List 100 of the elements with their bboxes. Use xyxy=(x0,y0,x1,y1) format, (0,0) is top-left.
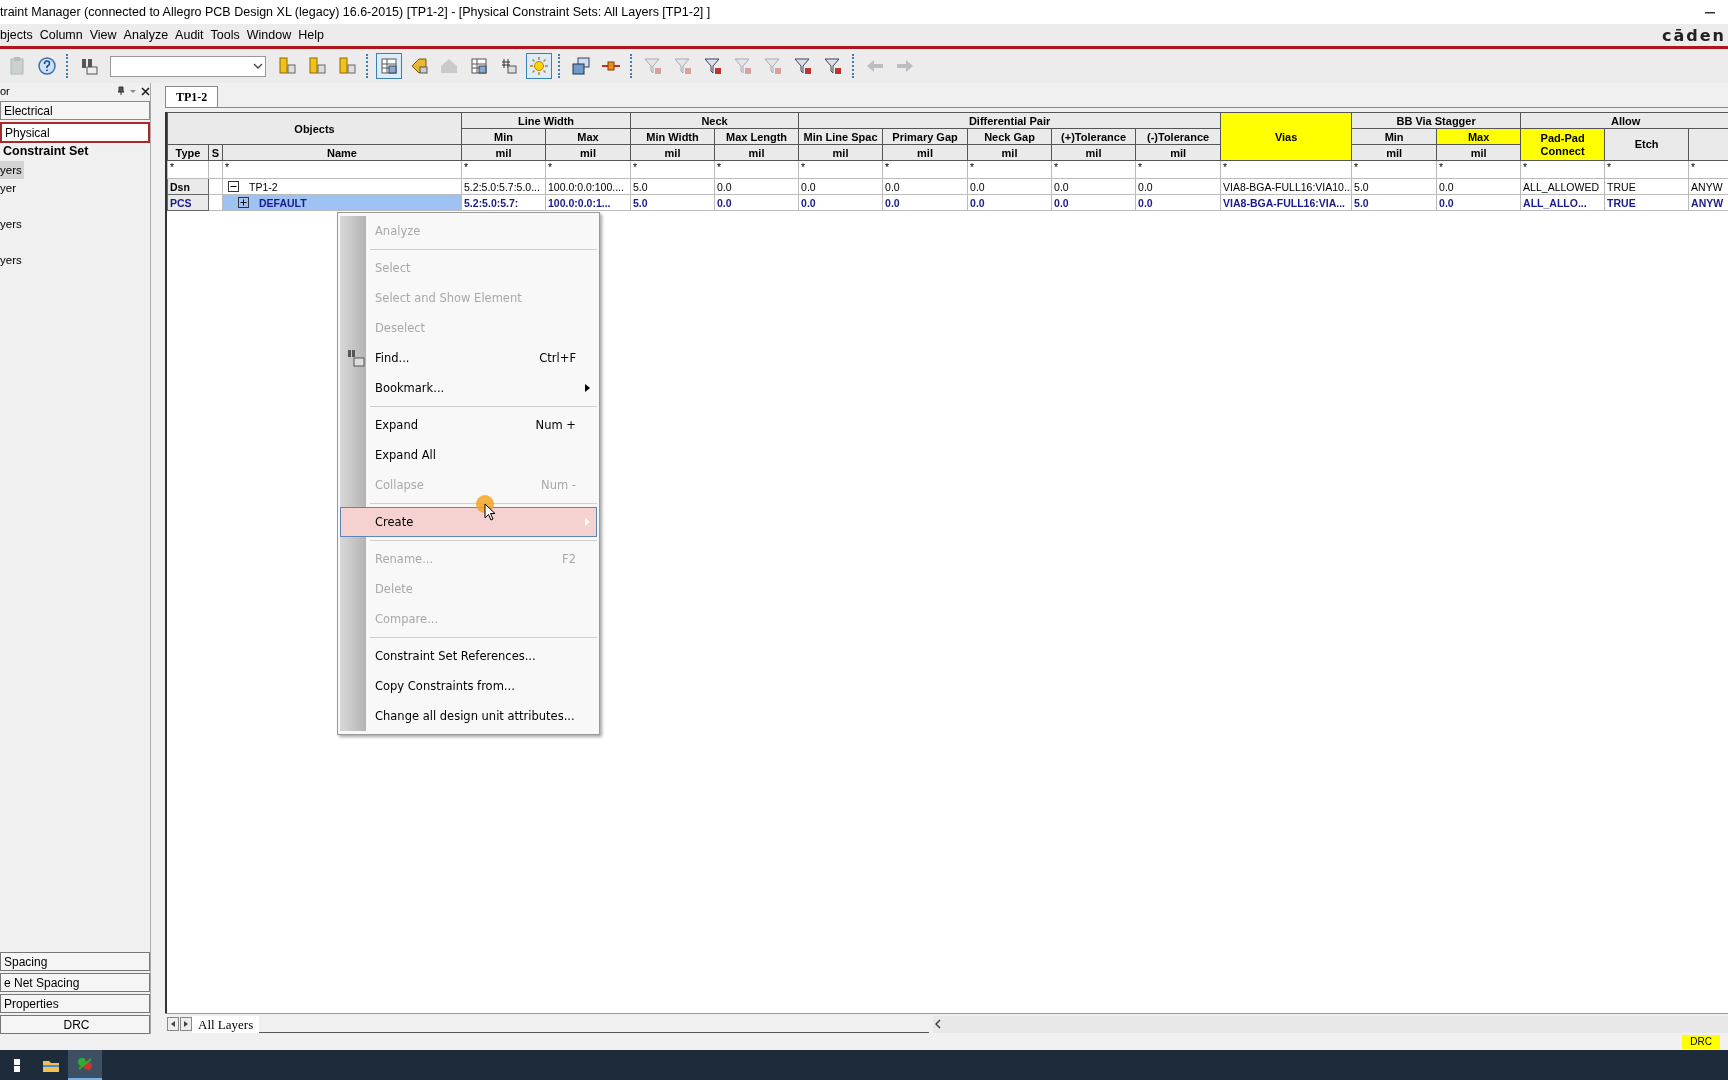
logo: cāden xyxy=(1662,25,1726,45)
section-button[interactable]: e Net Spacing xyxy=(0,973,150,992)
menu-item[interactable]: Find... Ctrl+F xyxy=(340,343,597,373)
filter-cell[interactable]: * xyxy=(1520,160,1605,179)
filter-icon xyxy=(823,56,843,76)
menu-item[interactable]: Expand All xyxy=(340,440,597,470)
table-cell: TRUE xyxy=(1604,194,1689,211)
group-header: BB Via Stagger xyxy=(1351,112,1521,129)
menu-item[interactable]: Analyze xyxy=(123,28,174,42)
menu-item[interactable]: Window xyxy=(246,28,297,42)
caret-icon[interactable] xyxy=(129,87,137,95)
tree-item[interactable]: yer xyxy=(0,179,18,197)
grid-button[interactable] xyxy=(376,53,402,79)
shortcut-text: F2 xyxy=(562,552,576,566)
filter-cell[interactable]: * xyxy=(1135,160,1221,179)
table-cell: 5.0 xyxy=(1351,194,1437,211)
group-header: Differential Pair xyxy=(798,112,1221,129)
panel-title: or xyxy=(0,85,11,97)
filter-cell[interactable]: * xyxy=(1351,160,1437,179)
group-header: Objects xyxy=(167,112,462,145)
window-title: traint Manager (connected to Allegro PCB Design XL (legacy) 16.6-2015) [TP1-2] - [Physical Constraint Sets: All Layers [TP1-2] ] xyxy=(0,5,711,19)
tab[interactable]: TP1-2 xyxy=(165,86,219,107)
table-cell: 0.0 xyxy=(967,178,1052,195)
filter-cell[interactable]: * xyxy=(222,160,462,179)
filter-cell[interactable]: * xyxy=(167,160,209,179)
table-cell: 0.0 xyxy=(1051,178,1136,195)
dropdown-field[interactable] xyxy=(110,55,266,77)
table-cell: 0.0 xyxy=(798,178,883,195)
menu-item[interactable]: View xyxy=(89,28,122,42)
menu-item[interactable]: Column xyxy=(39,28,88,42)
section-button[interactable]: Physical xyxy=(0,122,150,143)
menu-item[interactable]: Bookmark... xyxy=(340,373,597,403)
shortcut-text: Ctrl+F xyxy=(539,351,576,365)
table-cell: 5.0 xyxy=(1351,178,1437,195)
tree-toggle-icon[interactable] xyxy=(238,197,249,208)
menu-item[interactable]: Constraint Set References... xyxy=(340,641,597,671)
help-icon xyxy=(37,56,57,76)
column-header: Vias xyxy=(1220,112,1352,161)
tree-toggle-icon[interactable] xyxy=(228,181,239,192)
filter-cell[interactable]: * xyxy=(630,160,715,179)
menu-item[interactable]: Copy Constraints from... xyxy=(340,671,597,701)
tree-item[interactable]: yers xyxy=(0,215,24,233)
tree-item[interactable]: yers xyxy=(0,161,24,179)
table-cell: 0.0 xyxy=(1135,194,1221,211)
menu-item[interactable]: Tools xyxy=(210,28,245,42)
sheet-tab[interactable]: All Layers xyxy=(192,1015,260,1033)
table-cell: 0.0 xyxy=(1135,178,1221,195)
menu-item[interactable]: bjects xyxy=(0,28,38,42)
filter-cell[interactable]: * xyxy=(1220,160,1352,179)
section-button[interactable]: Properties xyxy=(0,994,150,1013)
section-button[interactable]: Electrical xyxy=(0,101,150,120)
shortcut-text: Num - xyxy=(541,478,576,492)
previous-sheet-icon[interactable] xyxy=(167,1017,179,1031)
grid-icon xyxy=(379,56,399,76)
menu-item[interactable]: Expand Num + xyxy=(340,410,597,440)
menu-item[interactable]: Help xyxy=(298,28,329,42)
filter-cell[interactable]: * xyxy=(1051,160,1136,179)
sun-button[interactable] xyxy=(526,53,552,79)
group-header: Neck xyxy=(630,112,799,129)
filter-cell[interactable]: * xyxy=(1688,160,1728,179)
clipboard-icon xyxy=(7,56,27,76)
filter-icon xyxy=(703,56,723,76)
table-cell: 0.0 xyxy=(714,178,799,195)
filter-cell[interactable]: * xyxy=(798,160,883,179)
windows-icon xyxy=(571,56,591,76)
filter-cell[interactable]: * xyxy=(545,160,631,179)
close-icon[interactable] xyxy=(141,86,150,96)
filter-icon xyxy=(733,56,753,76)
tree-item[interactable]: Constraint Set xyxy=(0,144,150,161)
table-cell: 0.0 xyxy=(882,178,968,195)
next-sheet-icon[interactable] xyxy=(180,1017,192,1031)
row-name: TP1-2 xyxy=(249,180,278,193)
bookmark-icon xyxy=(277,56,297,76)
menu-item[interactable]: Change all design unit attributes... xyxy=(340,701,597,731)
table-cell: 0.0 xyxy=(1436,194,1521,211)
section-button[interactable]: Spacing xyxy=(0,952,150,971)
filter-cell[interactable]: * xyxy=(1604,160,1689,179)
submenu-arrow-icon xyxy=(585,518,590,526)
table-cell: 0.0 xyxy=(882,194,968,211)
column-header: Pad-Pad Connect xyxy=(1520,128,1605,161)
table-cell: 0.0 xyxy=(798,194,883,211)
binoculars-icon xyxy=(347,349,365,367)
horizontal-scrollbar[interactable] xyxy=(933,1015,1728,1033)
table-cell: 0.0 xyxy=(714,194,799,211)
filter-cell[interactable]: * xyxy=(1436,160,1521,179)
column-header: Etch xyxy=(1604,128,1689,161)
filter-cell[interactable]: * xyxy=(714,160,799,179)
tree-item[interactable]: yers xyxy=(0,251,24,269)
filter-icon xyxy=(793,56,813,76)
menu-item[interactable]: Audit xyxy=(175,28,209,42)
filter-cell[interactable]: * xyxy=(461,160,546,179)
pin-icon[interactable] xyxy=(117,86,125,96)
filter-cell[interactable]: * xyxy=(882,160,968,179)
windows-logo-icon xyxy=(14,1058,20,1072)
menu-item[interactable]: Create xyxy=(340,507,597,537)
table-cell: 5.2:5.0:5.7: xyxy=(461,194,546,211)
shortcut-text: Num + xyxy=(535,418,576,432)
filter-cell[interactable]: * xyxy=(967,160,1052,179)
section-button[interactable]: DRC xyxy=(0,1015,150,1034)
table-cell: ALL_ALLOWED xyxy=(1520,178,1605,195)
